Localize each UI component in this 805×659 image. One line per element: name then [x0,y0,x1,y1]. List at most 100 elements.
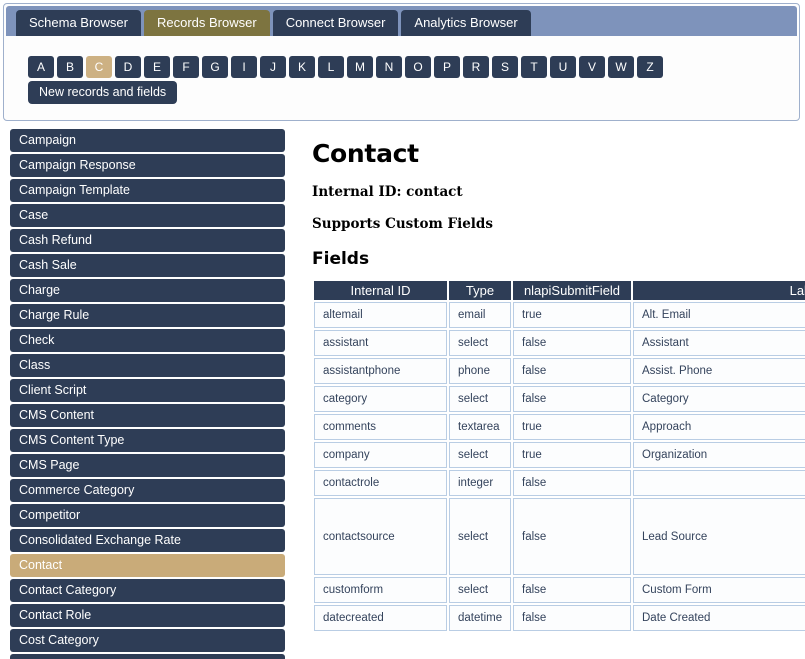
field-label: Lead Source [633,498,805,575]
letter-filter-o[interactable]: O [405,56,431,78]
letter-filter-i[interactable]: I [231,56,257,78]
letter-filter-e[interactable]: E [144,56,170,78]
letter-filter-k[interactable]: K [289,56,315,78]
letter-filter-g[interactable]: G [202,56,228,78]
field-nlapisubmitfield: true [513,302,631,328]
letter-filter-v[interactable]: V [579,56,605,78]
column-header-internal-id: Internal ID [314,281,447,300]
letter-filter-a[interactable]: A [28,56,54,78]
table-row: datecreated datetime false Date Created [314,605,805,631]
record-type-sidebar[interactable]: Campaign Campaign Response Campaign Templa… [10,129,285,659]
field-type: textarea [449,414,511,440]
table-row: assistantphone phone false Assist. Phone [314,358,805,384]
sidebar-item-campaign[interactable]: Campaign [10,129,285,152]
sidebar-item-contact[interactable]: Contact [10,554,285,577]
letter-filter-p[interactable]: P [434,56,460,78]
sidebar-item-charge[interactable]: Charge [10,279,285,302]
letter-filter-z[interactable]: Z [637,56,663,78]
letter-filter-c[interactable]: C [86,56,112,78]
field-internal-id: assistant [314,330,447,356]
field-type: select [449,577,511,603]
internal-id-line: Internal ID: contact [312,184,463,200]
field-type: phone [449,358,511,384]
sidebar-item-contact-role[interactable]: Contact Role [10,604,285,627]
tab-analytics-browser[interactable]: Analytics Browser [401,10,531,36]
sidebar-item-cash-refund[interactable]: Cash Refund [10,229,285,252]
field-internal-id: assistantphone [314,358,447,384]
sidebar-item-campaign-template[interactable]: Campaign Template [10,179,285,202]
field-internal-id: company [314,442,447,468]
field-type: select [449,498,511,575]
letter-filter-f[interactable]: F [173,56,199,78]
field-internal-id: comments [314,414,447,440]
sidebar-item-consolidated-exchange-rate[interactable]: Consolidated Exchange Rate [10,529,285,552]
sidebar-item-contact-category[interactable]: Contact Category [10,579,285,602]
field-internal-id: contactsource [314,498,447,575]
field-type: select [449,386,511,412]
letter-filter-m[interactable]: M [347,56,373,78]
page-title: Contact [312,139,419,168]
field-internal-id: altemail [314,302,447,328]
letter-filter-n[interactable]: N [376,56,402,78]
fields-table: Internal IDTypenlapiSubmitFieldLabel alt… [312,279,805,633]
letter-filter-b[interactable]: B [57,56,83,78]
letter-filter-u[interactable]: U [550,56,576,78]
table-row: customform select false Custom Form [314,577,805,603]
sidebar-item-commerce-category[interactable]: Commerce Category [10,479,285,502]
letter-filter-l[interactable]: L [318,56,344,78]
field-label [633,470,805,496]
sidebar-item-check[interactable]: Check [10,329,285,352]
new-records-and-fields-button[interactable]: New records and fields [28,81,178,104]
table-row: company select true Organization [314,442,805,468]
sidebar-item-cms-content-type[interactable]: CMS Content Type [10,429,285,452]
letter-filter-t[interactable]: T [521,56,547,78]
letter-filter-d[interactable]: D [115,56,141,78]
sidebar-item-charge-rule[interactable]: Charge Rule [10,304,285,327]
sidebar-item-competitor[interactable]: Competitor [10,504,285,527]
field-nlapisubmitfield: false [513,605,631,631]
tab-records-browser[interactable]: Records Browser [143,10,270,36]
field-internal-id: contactrole [314,470,447,496]
column-header-nlapisubmitfield: nlapiSubmitField [513,281,631,300]
field-nlapisubmitfield: true [513,414,631,440]
column-header-type: Type [449,281,511,300]
field-label: Custom Form [633,577,805,603]
field-internal-id: customform [314,577,447,603]
sidebar-item-coupon-code[interactable]: Coupon Code [10,654,285,659]
letter-filter-r[interactable]: R [463,56,489,78]
field-type: email [449,302,511,328]
field-internal-id: category [314,386,447,412]
main-content: Contact Internal ID: contact Supports Cu… [300,129,805,659]
field-nlapisubmitfield: false [513,386,631,412]
field-nlapisubmitfield: false [513,470,631,496]
tab-schema-browser[interactable]: Schema Browser [16,10,141,36]
letter-filter-j[interactable]: J [260,56,286,78]
field-label: Organization [633,442,805,468]
field-label: Category [633,386,805,412]
table-row: contactrole integer false [314,470,805,496]
sidebar-item-cms-content[interactable]: CMS Content [10,404,285,427]
field-nlapisubmitfield: false [513,358,631,384]
field-type: select [449,442,511,468]
tab-connect-browser[interactable]: Connect Browser [272,10,399,36]
supports-custom-fields-line: Supports Custom Fields [312,216,493,232]
sidebar-item-class[interactable]: Class [10,354,285,377]
field-nlapisubmitfield: false [513,330,631,356]
sidebar-item-campaign-response[interactable]: Campaign Response [10,154,285,177]
alphabet-filter-bar: ABCDEFGIJKLMNOPRSTUVWZ [28,56,663,78]
field-nlapisubmitfield: true [513,442,631,468]
letter-filter-s[interactable]: S [492,56,518,78]
letter-filter-w[interactable]: W [608,56,634,78]
header-panel: Schema Browser Records Browser Connect Bro… [3,3,800,121]
table-row: contactsource select false Lead Source [314,498,805,575]
sidebar-item-cost-category[interactable]: Cost Category [10,629,285,652]
field-type: select [449,330,511,356]
sidebar-item-cash-sale[interactable]: Cash Sale [10,254,285,277]
sidebar-item-case[interactable]: Case [10,204,285,227]
sidebar-item-client-script[interactable]: Client Script [10,379,285,402]
field-label: Date Created [633,605,805,631]
table-row: assistant select false Assistant [314,330,805,356]
sidebar-item-cms-page[interactable]: CMS Page [10,454,285,477]
table-row: comments textarea true Approach [314,414,805,440]
field-nlapisubmitfield: false [513,498,631,575]
